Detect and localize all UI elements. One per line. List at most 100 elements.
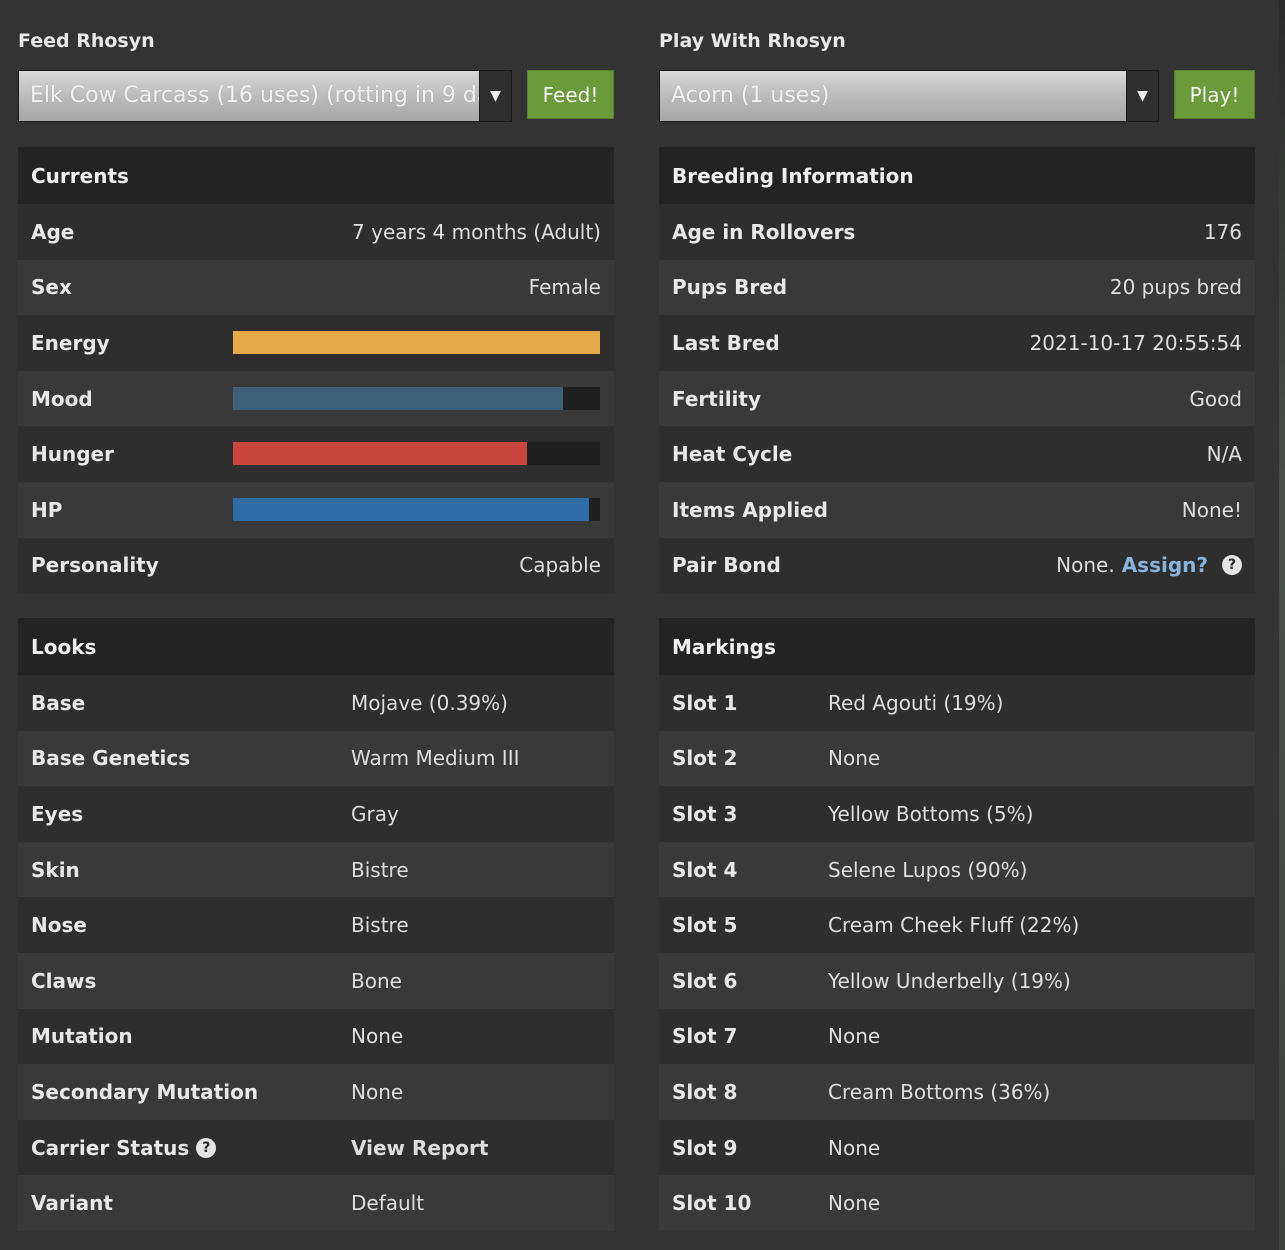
row-value: None <box>351 1079 404 1104</box>
row-value: None <box>351 1024 404 1049</box>
looks-row: Eyes Gray <box>18 786 614 842</box>
row-value: Bone <box>351 968 402 993</box>
row-value: Bistre <box>351 857 409 882</box>
assign-link[interactable]: Assign? <box>1122 553 1208 577</box>
play-title: Play With Rhosyn <box>659 30 846 52</box>
view-report-link[interactable]: View Report <box>351 1136 488 1160</box>
play-item-select[interactable]: Acorn (1 uses) ▼ <box>659 70 1159 122</box>
row-value: Capable <box>519 553 601 578</box>
row-label: Carrier Status <box>31 1135 190 1160</box>
row-label: HP <box>31 497 63 522</box>
currents-row-sex: Sex Female <box>18 259 614 316</box>
currents-row-personality: Personality Capable <box>18 537 614 594</box>
row-value: 20 pups bred <box>1109 275 1242 300</box>
play-item-selected: Acorn (1 uses) <box>671 83 830 108</box>
looks-panel: Looks Base Mojave (0.39%) Base Genetics Wa… <box>18 618 614 1231</box>
breeding-panel: Breeding Information Age in Rollovers 176… <box>659 147 1255 594</box>
row-value: 7 years 4 months (Adult) <box>352 219 601 244</box>
row-value: Good <box>1189 386 1242 411</box>
energy-bar-fill <box>233 331 600 355</box>
looks-row: Secondary Mutation None <box>18 1064 614 1120</box>
feed-button[interactable]: Feed! <box>527 70 614 119</box>
mood-bar-fill <box>233 386 564 410</box>
row-label: Personality <box>31 553 159 578</box>
row-label: Sex <box>31 275 72 300</box>
pair-bond-value: None. <box>1056 553 1115 578</box>
row-value: Bistre <box>351 913 409 938</box>
looks-row: Variant Default <box>18 1175 614 1231</box>
help-icon[interactable]: ? <box>1222 555 1242 576</box>
hunger-bar-fill <box>233 442 527 466</box>
row-label: Variant <box>31 1191 113 1216</box>
row-value: Mojave (0.39%) <box>351 690 508 715</box>
row-value: Warm Medium III <box>351 746 520 771</box>
row-label: Base Genetics <box>31 746 191 771</box>
feed-item-select[interactable]: Elk Cow Carcass (16 uses) (rotting in 9 … <box>18 70 512 122</box>
currents-row-hunger: Hunger <box>18 426 614 482</box>
row-value: Yellow Underbelly (19%) <box>828 968 1071 993</box>
currents-row-energy: Energy <box>18 315 614 371</box>
row-label: Slot 1 <box>672 690 738 715</box>
breeding-row: Pups Bred 20 pups bred <box>659 259 1255 316</box>
row-label: Claws <box>31 968 97 993</box>
row-label: Slot 2 <box>672 746 738 771</box>
row-label: Mutation <box>31 1024 133 1049</box>
row-label: Pups Bred <box>672 275 788 300</box>
row-label: Skin <box>31 857 80 882</box>
row-value: N/A <box>1206 442 1242 467</box>
row-value: Yellow Bottoms (5%) <box>828 801 1034 826</box>
hp-bar <box>233 497 600 521</box>
markings-title: Markings <box>659 618 1255 675</box>
mood-bar <box>233 386 600 410</box>
markings-row: Slot 6 Yellow Underbelly (19%) <box>659 952 1255 1009</box>
looks-row-carrier-status: Carrier Status ? View Report <box>18 1119 614 1176</box>
markings-panel: Markings Slot 1 Red Agouti (19%) Slot 2 No… <box>659 618 1255 1231</box>
breeding-row: Age in Rollovers 176 <box>659 204 1255 260</box>
row-label: Items Applied <box>672 497 828 522</box>
energy-bar <box>233 331 600 355</box>
window-edge <box>1279 0 1285 1250</box>
play-button[interactable]: Play! <box>1174 70 1255 119</box>
help-icon[interactable]: ? <box>196 1137 217 1158</box>
row-value: None <box>828 1135 881 1160</box>
row-value: Default <box>351 1191 425 1216</box>
markings-row: Slot 7 None <box>659 1008 1255 1065</box>
breeding-row: Items Applied None! <box>659 481 1255 538</box>
row-label: Energy <box>31 330 110 355</box>
row-label: Heat Cycle <box>672 442 793 467</box>
markings-row: Slot 4 Selene Lupos (90%) <box>659 841 1255 898</box>
row-label: Hunger <box>31 442 114 467</box>
markings-row: Slot 9 None <box>659 1119 1255 1176</box>
row-value: None <box>828 746 881 771</box>
row-label: Age <box>31 219 75 244</box>
looks-row: Claws Bone <box>18 952 614 1009</box>
markings-row: Slot 2 None <box>659 730 1255 787</box>
row-value: 176 <box>1203 219 1242 244</box>
row-value: Cream Bottoms (36%) <box>828 1079 1051 1104</box>
hunger-bar <box>233 442 600 466</box>
feed-item-selected: Elk Cow Carcass (16 uses) (rotting in 9 … <box>30 83 479 108</box>
looks-row: Base Mojave (0.39%) <box>18 675 614 731</box>
row-label: Nose <box>31 913 87 938</box>
row-label: Slot 8 <box>672 1079 738 1104</box>
markings-row: Slot 10 None <box>659 1175 1255 1231</box>
row-label: Secondary Mutation <box>31 1079 259 1104</box>
breeding-row: Fertility Good <box>659 370 1255 427</box>
looks-title: Looks <box>18 618 614 675</box>
chevron-down-icon[interactable]: ▼ <box>479 71 511 121</box>
currents-row-mood: Mood <box>18 370 614 427</box>
row-value: Gray <box>351 801 399 826</box>
row-label: Mood <box>31 386 93 411</box>
row-label: Slot 7 <box>672 1024 738 1049</box>
hp-bar-fill <box>233 497 589 521</box>
breeding-row-pair-bond: Pair Bond None. Assign? ? <box>659 537 1255 594</box>
row-value: Cream Cheek Fluff (22%) <box>828 913 1080 938</box>
currents-panel: Currents Age 7 years 4 months (Adult) Se… <box>18 147 614 594</box>
row-label: Slot 3 <box>672 801 738 826</box>
markings-row: Slot 8 Cream Bottoms (36%) <box>659 1064 1255 1120</box>
chevron-down-icon[interactable]: ▼ <box>1126 71 1158 121</box>
row-label: Age in Rollovers <box>672 219 856 244</box>
row-label: Fertility <box>672 386 762 411</box>
row-value: None <box>828 1024 881 1049</box>
row-value: Female <box>528 275 601 300</box>
